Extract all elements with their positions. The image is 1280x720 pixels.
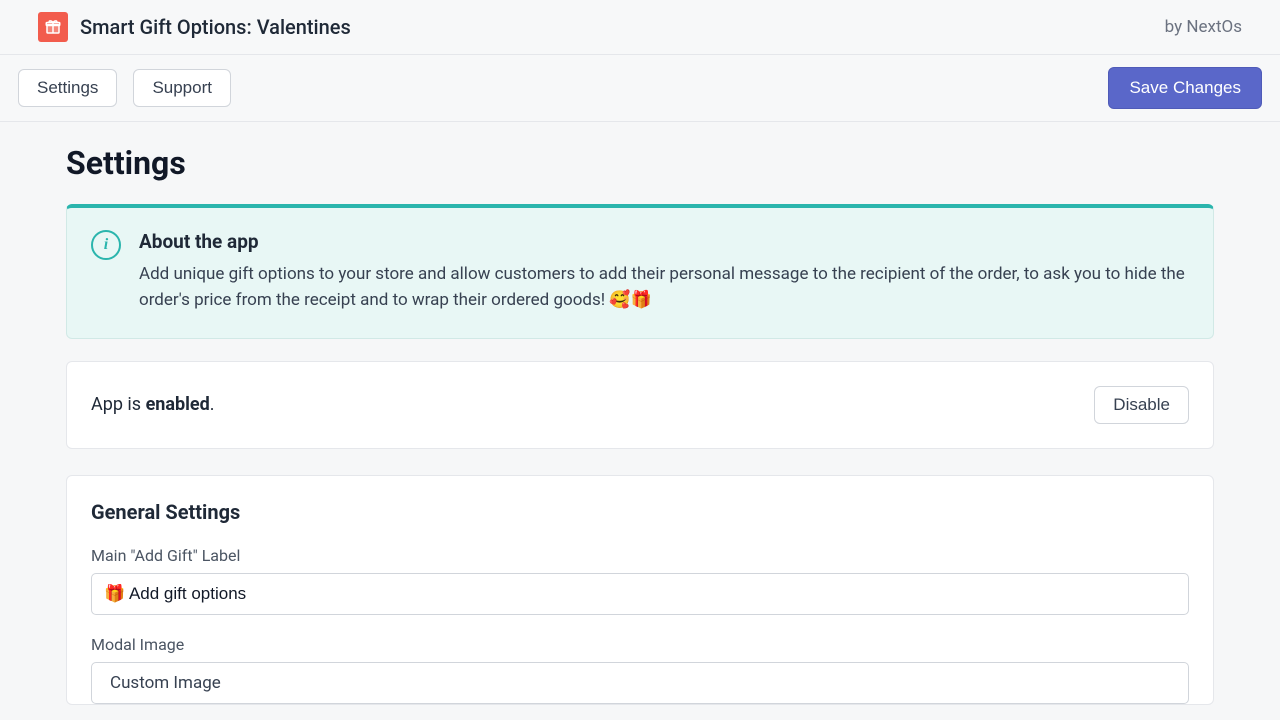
about-card: i About the app Add unique gift options …	[66, 204, 1214, 339]
toolbar: Settings Support Save Changes	[0, 55, 1280, 122]
page-title: Settings	[66, 144, 1214, 182]
tab-settings[interactable]: Settings	[18, 69, 117, 107]
modal-image-caption: Modal Image	[91, 635, 1189, 654]
tab-support[interactable]: Support	[133, 69, 231, 107]
app-status-text: App is enabled.	[91, 394, 215, 415]
save-changes-button[interactable]: Save Changes	[1108, 67, 1262, 109]
main-add-gift-label-caption: Main "Add Gift" Label	[91, 546, 1189, 565]
app-header: Smart Gift Options: Valentines by NextOs	[0, 0, 1280, 55]
main-add-gift-label-input[interactable]	[91, 573, 1189, 615]
about-description: Add unique gift options to your store an…	[139, 261, 1189, 314]
modal-image-select[interactable]: Custom Image	[91, 662, 1189, 704]
general-settings-title: General Settings	[91, 500, 1189, 524]
general-settings-card: General Settings Main "Add Gift" Label M…	[66, 475, 1214, 705]
info-icon: i	[91, 230, 121, 260]
app-status-card: App is enabled. Disable	[66, 361, 1214, 449]
by-line: by NextOs	[1165, 17, 1242, 37]
about-title: About the app	[139, 230, 1189, 253]
app-title: Smart Gift Options: Valentines	[80, 15, 351, 39]
app-logo-icon	[38, 12, 68, 42]
disable-button[interactable]: Disable	[1094, 386, 1189, 424]
